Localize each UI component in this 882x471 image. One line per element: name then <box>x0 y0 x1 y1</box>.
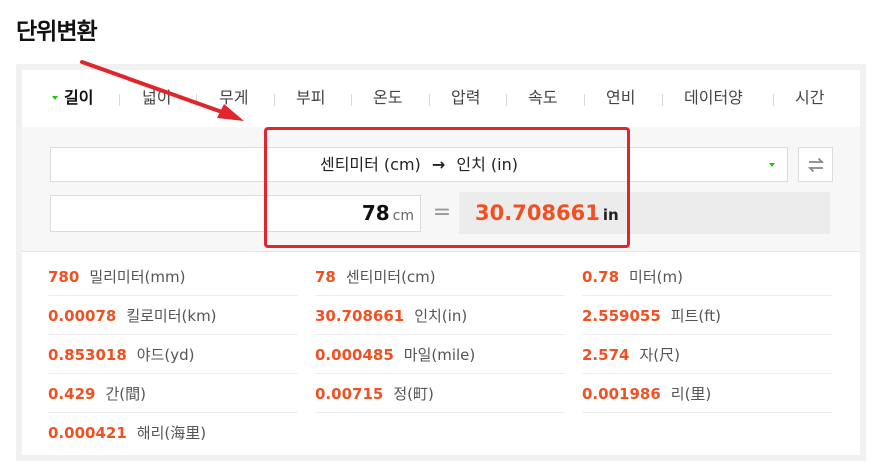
result-item-value: 780 <box>48 268 80 286</box>
value-input[interactable]: 78 cm <box>50 195 421 232</box>
tab-length[interactable]: 길이 <box>64 86 93 110</box>
result-item: 780 밀리미터(mm) <box>48 258 298 296</box>
tab-speed[interactable]: 속도 <box>528 86 557 110</box>
swap-icon <box>807 157 824 172</box>
tab-divider <box>274 94 275 106</box>
result-item: 0.001986 리(里) <box>582 375 832 413</box>
to-unit-label: 인치 (in) <box>456 155 519 174</box>
result-item-value: 78 <box>315 268 336 286</box>
result-item-label: 간(間) <box>105 385 146 403</box>
result-item: 0.853018 야드(yd) <box>48 336 298 374</box>
result-item-label: 인치(in) <box>414 307 468 325</box>
tab-divider <box>351 94 352 106</box>
result-item: 0.00715 정(町) <box>315 375 565 413</box>
result-item: 2.559055 피트(ft) <box>582 297 832 335</box>
result-item: 0.000421 해리(海里) <box>48 414 298 452</box>
unit-converter-panel: 길이 넓이 무게 부피 온도 압력 속도 연비 데이터양 시간 센티미터 (cm… <box>16 64 866 461</box>
result-item-label: 리(里) <box>670 385 712 403</box>
result-item: 2.574 자(尺) <box>582 336 832 374</box>
tab-divider <box>773 94 774 106</box>
result-item-value: 0.000421 <box>48 424 127 442</box>
from-unit-label: 센티미터 (cm) <box>319 155 421 174</box>
category-tabs: 길이 넓이 무게 부피 온도 압력 속도 연비 데이터양 시간 <box>22 70 860 128</box>
input-value: 78 <box>361 201 390 225</box>
tab-fuel-efficiency[interactable]: 연비 <box>606 86 635 110</box>
tab-temperature[interactable]: 온도 <box>373 86 402 110</box>
result-item-value: 0.001986 <box>582 385 661 403</box>
result-item-label: 밀리미터(mm) <box>89 268 186 286</box>
result-item-label: 센티미터(cm) <box>345 268 436 286</box>
result-item-label: 정(町) <box>393 385 434 403</box>
result-item: 0.00078 킬로미터(km) <box>48 297 298 335</box>
tab-pressure[interactable]: 압력 <box>451 86 480 110</box>
result-item-value: 0.000485 <box>315 346 394 364</box>
result-item-value: 0.853018 <box>48 346 127 364</box>
equals-sign: = <box>432 200 452 225</box>
result-item-label: 킬로미터(km) <box>126 307 217 325</box>
tab-divider <box>429 94 430 106</box>
result-display: 30.708661 in <box>459 192 830 234</box>
tab-data-size[interactable]: 데이터양 <box>684 86 743 110</box>
result-item-label: 미터(m) <box>629 268 683 286</box>
result-item-value: 0.00078 <box>48 307 117 325</box>
result-item-label: 마일(mile) <box>403 346 476 364</box>
tab-divider <box>662 94 663 106</box>
result-item-value: 2.574 <box>582 346 630 364</box>
result-item: 30.708661 인치(in) <box>315 297 565 335</box>
result-item-label: 해리(海里) <box>136 424 207 442</box>
tab-divider <box>584 94 585 106</box>
convert-arrow-icon: → <box>431 155 446 174</box>
page-title: 단위변환 <box>16 19 98 45</box>
result-item-value: 0.78 <box>582 268 620 286</box>
result-item-value: 0.429 <box>48 385 96 403</box>
result-item-value: 30.708661 <box>315 307 405 325</box>
result-item-label: 자(尺) <box>639 346 680 364</box>
result-item: 78 센티미터(cm) <box>315 258 565 296</box>
tab-time[interactable]: 시간 <box>795 86 824 110</box>
result-item: 0.429 간(間) <box>48 375 298 413</box>
result-item-value: 0.00715 <box>315 385 384 403</box>
result-unit: in <box>602 206 619 224</box>
dropdown-caret-icon <box>769 163 775 167</box>
tab-area[interactable]: 넓이 <box>142 86 171 110</box>
tab-weight[interactable]: 무게 <box>219 86 248 110</box>
tab-divider <box>196 94 197 106</box>
unit-pair-select[interactable]: 센티미터 (cm) → 인치 (in) <box>50 147 788 182</box>
result-item-label: 피트(ft) <box>670 307 721 325</box>
tab-divider <box>506 94 507 106</box>
converter-area: 센티미터 (cm) → 인치 (in) 78 cm = 30.708661 in <box>22 127 860 252</box>
swap-units-button[interactable] <box>798 147 833 182</box>
result-item: 0.78 미터(m) <box>582 258 832 296</box>
input-unit: cm <box>392 208 414 224</box>
result-value: 30.708661 <box>475 201 600 225</box>
result-item-label: 야드(yd) <box>136 346 195 364</box>
result-item-value: 2.559055 <box>582 307 661 325</box>
tab-divider <box>119 94 120 106</box>
result-item: 0.000485 마일(mile) <box>315 336 565 374</box>
tab-volume[interactable]: 부피 <box>296 86 325 110</box>
active-tab-marker-icon <box>52 96 58 100</box>
